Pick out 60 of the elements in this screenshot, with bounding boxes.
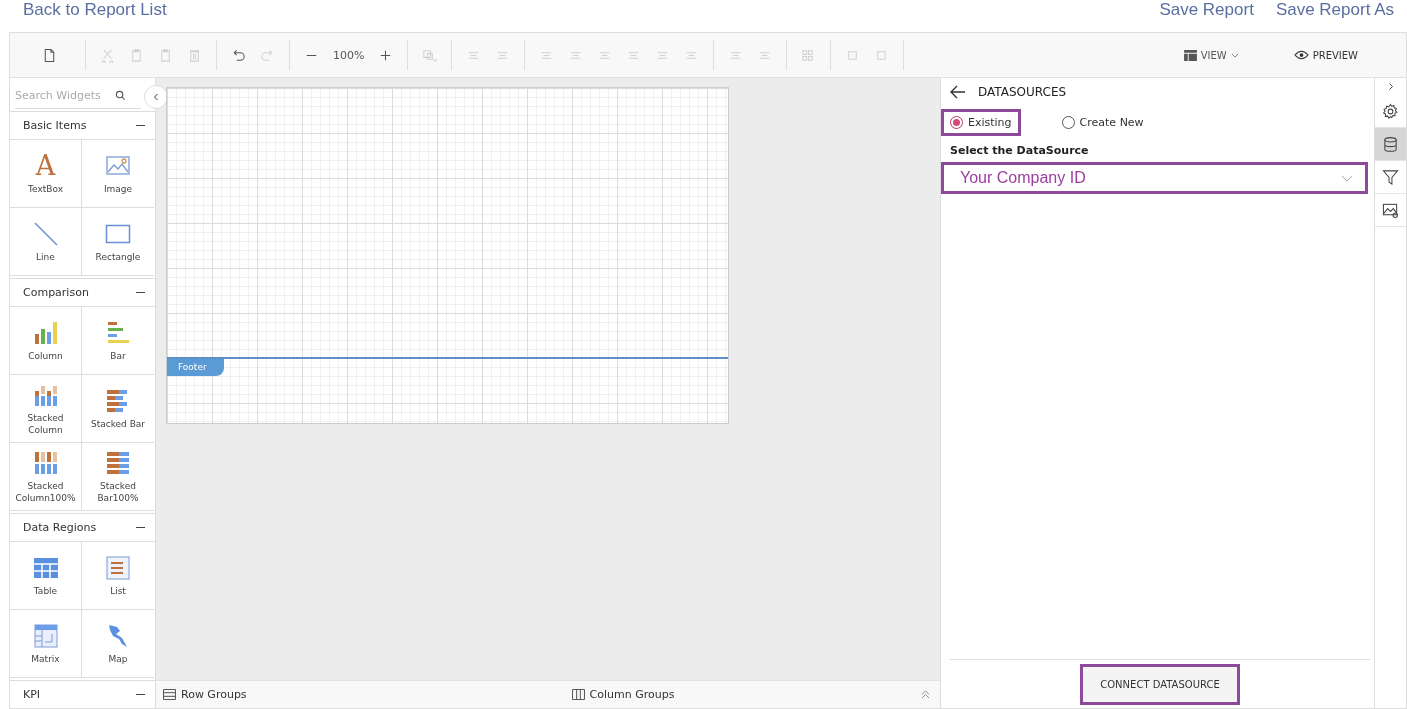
- widget-item[interactable]: List: [82, 542, 154, 610]
- section-title: Basic Items: [23, 119, 87, 132]
- letter-icon: A: [35, 152, 56, 179]
- double-chevron-up-icon[interactable]: [921, 690, 930, 699]
- undo-icon[interactable]: [231, 47, 246, 63]
- chevron-right-icon[interactable]: [1387, 82, 1394, 91]
- side-tab[interactable]: [1375, 128, 1406, 161]
- search-field[interactable]: Search Widgets: [15, 88, 115, 102]
- database-icon: [1382, 135, 1399, 153]
- widget-item[interactable]: Stacked Column: [10, 375, 82, 443]
- connect-datasource-button[interactable]: CONNECT DATASOURCE: [1080, 663, 1240, 705]
- filter-icon: [1382, 168, 1399, 186]
- section-title: Data Regions: [23, 521, 97, 534]
- back-link[interactable]: Back to Report List: [23, 0, 167, 20]
- line-icon: [32, 220, 59, 247]
- save-link[interactable]: Save Report As: [1275, 0, 1394, 20]
- row-groups-button[interactable]: Row Groups: [163, 688, 247, 701]
- matrix-icon: [32, 622, 59, 649]
- chevron-left-icon: [153, 93, 159, 101]
- widget-item[interactable]: A TextBox: [10, 140, 82, 208]
- columns-icon: [571, 689, 585, 700]
- rows-icon: [163, 689, 176, 700]
- eye-icon: [1293, 50, 1309, 60]
- radio-option[interactable]: Create New: [1052, 108, 1153, 136]
- view-button[interactable]: VIEW: [1183, 49, 1239, 61]
- radio-option[interactable]: Existing: [941, 108, 1021, 136]
- widget-item[interactable]: Stacked Bar: [82, 375, 154, 443]
- gear-icon: [1382, 102, 1399, 120]
- widget-item[interactable]: Stacked Column100%: [10, 443, 82, 511]
- layout-icon: [1183, 49, 1197, 61]
- widget-item[interactable]: Column: [10, 307, 82, 375]
- image-icon: [1382, 201, 1399, 219]
- collapse-panel-button[interactable]: [144, 85, 168, 109]
- section-title: Comparison: [23, 286, 89, 299]
- widget-item[interactable]: Line: [10, 208, 82, 276]
- datasource-dropdown[interactable]: Your Company ID: [941, 162, 1368, 194]
- bar-chart-icon: [105, 319, 131, 346]
- back-arrow-icon[interactable]: [950, 85, 966, 99]
- column-chart-icon: [32, 319, 59, 346]
- widget-item[interactable]: Rectangle: [82, 208, 154, 276]
- widget-item[interactable]: Table: [10, 542, 82, 610]
- widget-item[interactable]: Bar: [82, 307, 154, 375]
- widget-item[interactable]: Image: [82, 140, 154, 208]
- widget-item[interactable]: Map: [82, 610, 154, 678]
- panel-title: DATASOURCES: [978, 85, 1067, 99]
- section-title: KPI: [23, 688, 41, 701]
- document-icon[interactable]: [42, 47, 57, 63]
- zoom-level: 100%: [333, 48, 365, 62]
- column-groups-button[interactable]: Column Groups: [571, 688, 675, 701]
- widget-item[interactable]: Matrix: [10, 610, 82, 678]
- chevron-down-icon: [1341, 174, 1353, 182]
- save-link[interactable]: Save Report: [1159, 0, 1254, 20]
- stacked-column-icon: [32, 449, 59, 476]
- search-icon: [115, 89, 126, 101]
- chevron-down-icon: [1230, 52, 1239, 58]
- field-label: Select the DataSource: [950, 144, 1090, 157]
- preview-button[interactable]: PREVIEW: [1293, 49, 1358, 61]
- widget-item[interactable]: Stacked Bar100%: [82, 443, 154, 511]
- list-icon: [105, 554, 131, 581]
- stacked-bar-icon: [105, 449, 131, 476]
